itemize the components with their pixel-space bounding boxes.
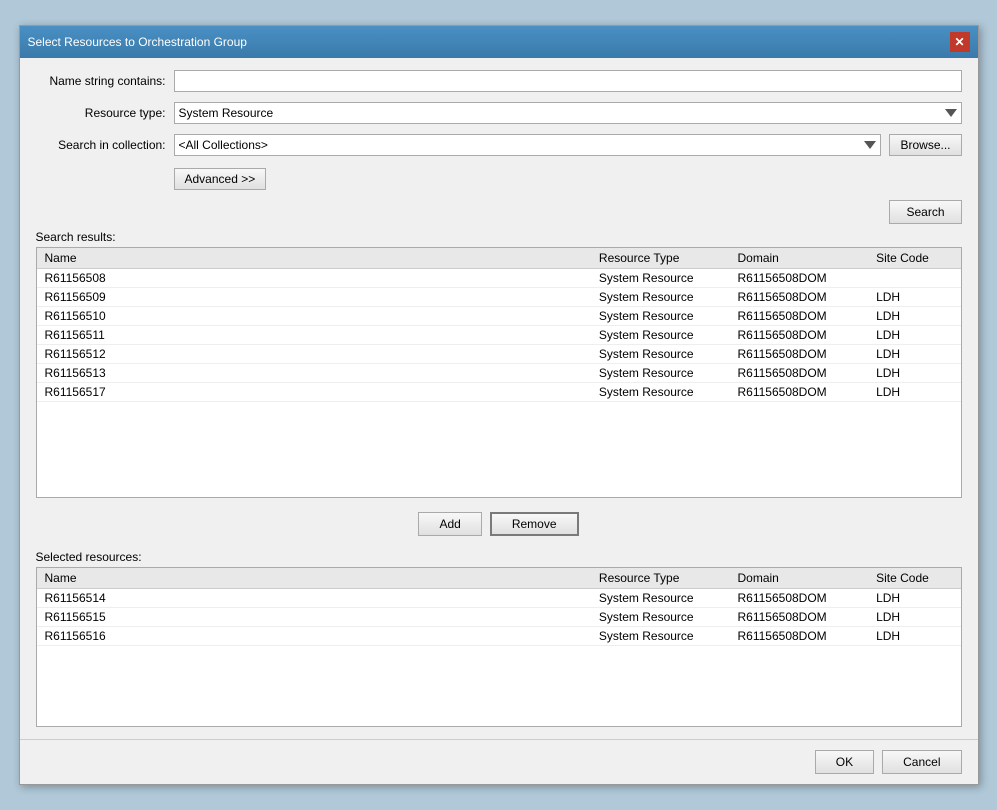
add-button[interactable]: Add <box>418 512 481 536</box>
cell-resource-type: System Resource <box>591 269 730 288</box>
col-header-domain: Domain <box>730 248 869 269</box>
resource-type-label: Resource type: <box>36 106 166 120</box>
table-row[interactable]: R61156508 System Resource R61156508DOM <box>37 269 961 288</box>
name-string-input[interactable] <box>174 70 962 92</box>
cancel-button[interactable]: Cancel <box>882 750 961 774</box>
cell-site-code: LDH <box>868 608 960 627</box>
resource-type-row: Resource type: System Resource <box>36 102 962 124</box>
cell-name: R61156508 <box>37 269 591 288</box>
table-row[interactable]: R61156509 System Resource R61156508DOM L… <box>37 288 961 307</box>
selected-resources-section: Selected resources: Name Resource Type D… <box>36 550 962 727</box>
cell-site-code: LDH <box>868 345 960 364</box>
cell-site-code: LDH <box>868 288 960 307</box>
resource-type-select[interactable]: System Resource <box>174 102 962 124</box>
ok-button[interactable]: OK <box>815 750 874 774</box>
cell-domain: R61156508DOM <box>730 364 869 383</box>
sel-col-header-domain: Domain <box>730 568 869 589</box>
cell-site-code: LDH <box>868 383 960 402</box>
cell-resource-type: System Resource <box>591 627 730 646</box>
search-results-container: Name Resource Type Domain Site Code R611… <box>36 247 962 498</box>
cell-domain: R61156508DOM <box>730 288 869 307</box>
table-row[interactable]: R61156515 System Resource R61156508DOM L… <box>37 608 961 627</box>
remove-button[interactable]: Remove <box>490 512 579 536</box>
dialog: Select Resources to Orchestration Group … <box>19 25 979 785</box>
cell-resource-type: System Resource <box>591 608 730 627</box>
cell-resource-type: System Resource <box>591 288 730 307</box>
cell-name: R61156513 <box>37 364 591 383</box>
footer-buttons: OK Cancel <box>20 739 978 784</box>
search-button[interactable]: Search <box>889 200 961 224</box>
selected-resources-label: Selected resources: <box>36 550 962 564</box>
cell-resource-type: System Resource <box>591 307 730 326</box>
cell-name: R61156512 <box>37 345 591 364</box>
table-row[interactable]: R61156511 System Resource R61156508DOM L… <box>37 326 961 345</box>
close-button[interactable]: ✕ <box>950 32 970 52</box>
cell-domain: R61156508DOM <box>730 307 869 326</box>
cell-resource-type: System Resource <box>591 345 730 364</box>
cell-resource-type: System Resource <box>591 364 730 383</box>
cell-name: R61156514 <box>37 589 591 608</box>
cell-name: R61156516 <box>37 627 591 646</box>
name-string-row: Name string contains: <box>36 70 962 92</box>
selected-header-row: Name Resource Type Domain Site Code <box>37 568 961 589</box>
cell-domain: R61156508DOM <box>730 345 869 364</box>
search-results-header-row: Name Resource Type Domain Site Code <box>37 248 961 269</box>
name-string-label: Name string contains: <box>36 74 166 88</box>
search-results-table: Name Resource Type Domain Site Code R611… <box>37 248 961 402</box>
search-collection-row: Search in collection: <All Collections> … <box>36 134 962 156</box>
cell-site-code: LDH <box>868 364 960 383</box>
cell-name: R61156510 <box>37 307 591 326</box>
dialog-content: Name string contains: Resource type: Sys… <box>20 58 978 739</box>
table-row[interactable]: R61156516 System Resource R61156508DOM L… <box>37 627 961 646</box>
cell-site-code <box>868 269 960 288</box>
col-header-name: Name <box>37 248 591 269</box>
cell-resource-type: System Resource <box>591 589 730 608</box>
table-row[interactable]: R61156513 System Resource R61156508DOM L… <box>37 364 961 383</box>
cell-domain: R61156508DOM <box>730 383 869 402</box>
col-header-resource-type: Resource Type <box>591 248 730 269</box>
search-collection-label: Search in collection: <box>36 138 166 152</box>
cell-name: R61156517 <box>37 383 591 402</box>
col-header-site-code: Site Code <box>868 248 960 269</box>
cell-site-code: LDH <box>868 326 960 345</box>
cell-domain: R61156508DOM <box>730 269 869 288</box>
advanced-button[interactable]: Advanced >> <box>174 168 267 190</box>
action-row: Add Remove <box>36 504 962 544</box>
cell-site-code: LDH <box>868 627 960 646</box>
search-row: Search <box>36 200 962 224</box>
cell-resource-type: System Resource <box>591 326 730 345</box>
cell-resource-type: System Resource <box>591 383 730 402</box>
table-row[interactable]: R61156514 System Resource R61156508DOM L… <box>37 589 961 608</box>
sel-col-header-resource-type: Resource Type <box>591 568 730 589</box>
cell-domain: R61156508DOM <box>730 608 869 627</box>
dialog-title: Select Resources to Orchestration Group <box>28 35 247 49</box>
cell-domain: R61156508DOM <box>730 627 869 646</box>
selected-resources-container: Name Resource Type Domain Site Code R611… <box>36 567 962 727</box>
cell-name: R61156515 <box>37 608 591 627</box>
cell-name: R61156511 <box>37 326 591 345</box>
cell-site-code: LDH <box>868 307 960 326</box>
title-bar: Select Resources to Orchestration Group … <box>20 26 978 58</box>
sel-col-header-name: Name <box>37 568 591 589</box>
advanced-row: Advanced >> <box>36 166 962 190</box>
cell-name: R61156509 <box>37 288 591 307</box>
selected-resources-table: Name Resource Type Domain Site Code R611… <box>37 568 961 646</box>
search-results-label: Search results: <box>36 230 962 244</box>
collection-select[interactable]: <All Collections> <box>174 134 882 156</box>
table-row[interactable]: R61156510 System Resource R61156508DOM L… <box>37 307 961 326</box>
cell-domain: R61156508DOM <box>730 326 869 345</box>
sel-col-header-site-code: Site Code <box>868 568 960 589</box>
search-results-section: Search results: Name Resource Type Domai… <box>36 230 962 498</box>
browse-button[interactable]: Browse... <box>889 134 961 156</box>
table-row[interactable]: R61156517 System Resource R61156508DOM L… <box>37 383 961 402</box>
cell-site-code: LDH <box>868 589 960 608</box>
table-row[interactable]: R61156512 System Resource R61156508DOM L… <box>37 345 961 364</box>
cell-domain: R61156508DOM <box>730 589 869 608</box>
